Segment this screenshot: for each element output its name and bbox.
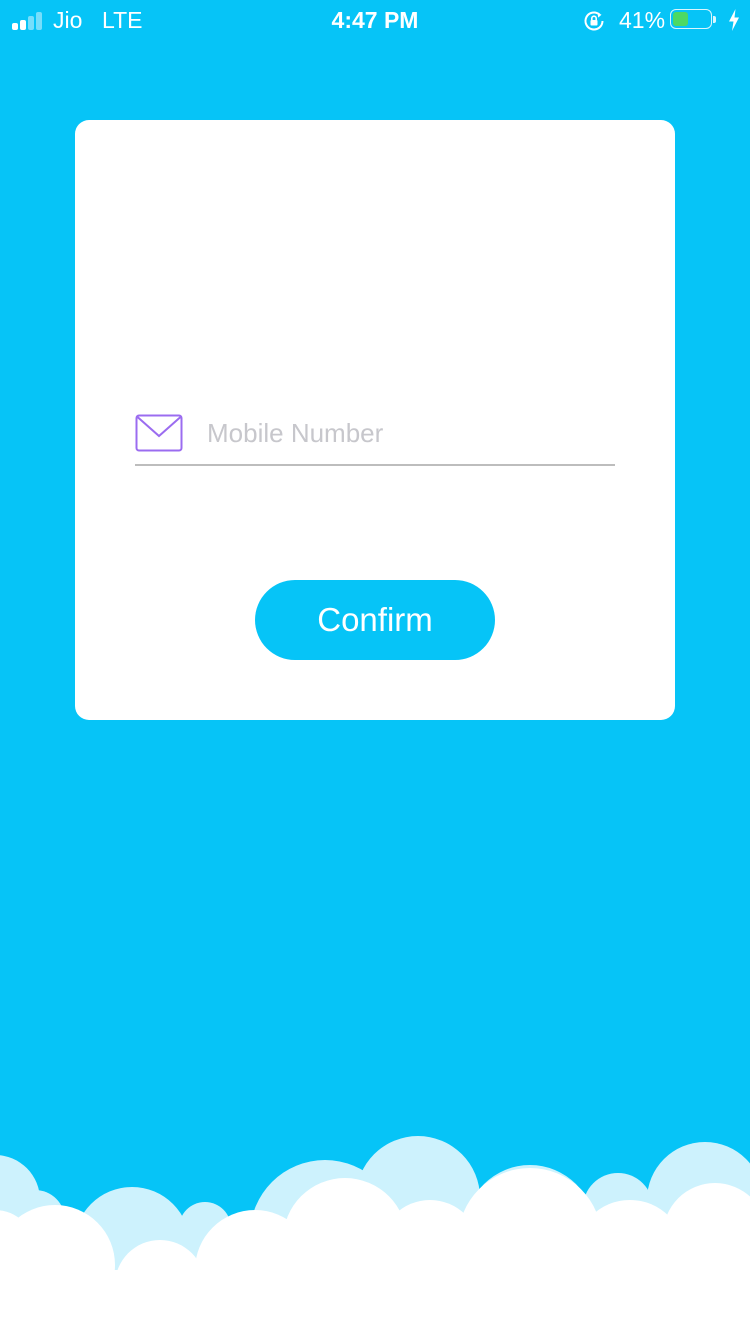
clouds-decoration bbox=[0, 1136, 750, 1334]
confirm-button[interactable]: Confirm bbox=[255, 580, 495, 660]
mobile-number-field bbox=[135, 412, 615, 466]
battery-icon bbox=[670, 9, 716, 31]
rotation-lock-icon bbox=[584, 11, 604, 31]
status-bar: Jio LTE 4:47 PM 41% bbox=[0, 0, 750, 40]
login-card: Confirm bbox=[75, 120, 675, 720]
mobile-number-input[interactable] bbox=[207, 412, 607, 454]
battery-level-fill bbox=[673, 12, 688, 26]
mail-icon bbox=[135, 414, 183, 452]
battery-percentage: 41% bbox=[619, 7, 666, 33]
charging-bolt-icon bbox=[729, 9, 739, 31]
